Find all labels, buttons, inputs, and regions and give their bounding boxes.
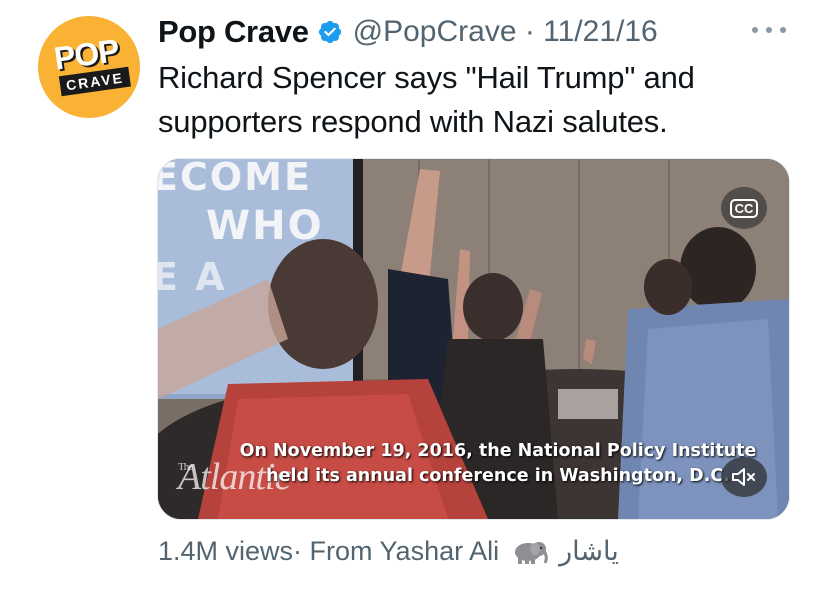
- caption-line-2: held its annual conference in Washington…: [266, 466, 730, 486]
- more-options-icon[interactable]: [752, 20, 786, 40]
- tweet-text: Richard Spencer says "Hail Trump" and su…: [158, 60, 695, 139]
- projection-text-3: E A: [157, 255, 227, 299]
- verified-badge-icon: [318, 20, 341, 44]
- muted-speaker-icon[interactable]: [721, 457, 767, 497]
- view-count: 1.4M views: [158, 536, 294, 566]
- projection-text-2: WHO: [206, 203, 324, 249]
- handle-and-date[interactable]: @PopCrave · 11/21/16: [353, 15, 658, 49]
- elephant-emoji: [515, 541, 548, 564]
- watermark-the: The: [178, 461, 193, 473]
- closed-captions-icon[interactable]: CC: [721, 187, 767, 229]
- speaker-svg: [732, 468, 755, 486]
- projection-text-1: ECOME: [157, 158, 312, 199]
- display-name[interactable]: Pop Crave: [158, 14, 309, 50]
- more-dot: [780, 27, 786, 33]
- pop-crave-logo: POP CRAVE: [48, 32, 132, 103]
- video-player[interactable]: ECOME WHO E A CC The Atlantic On Novembe…: [157, 158, 790, 520]
- captions-label: CC: [729, 198, 759, 218]
- tweet-footer: 1.4M views · From Yashar Ali ياشار: [158, 536, 619, 567]
- tweet-header: Pop Crave @PopCrave · 11/21/16: [158, 14, 658, 50]
- caption-line-1: On November 19, 2016, the National Polic…: [239, 441, 757, 461]
- arabic-name: ياشار: [559, 536, 619, 567]
- more-dot: [766, 27, 772, 33]
- avatar[interactable]: POP CRAVE: [38, 16, 140, 118]
- more-dot: [752, 27, 758, 33]
- from-attribution[interactable]: · From Yashar Ali: [293, 536, 499, 567]
- video-caption: On November 19, 2016, the National Polic…: [238, 439, 758, 489]
